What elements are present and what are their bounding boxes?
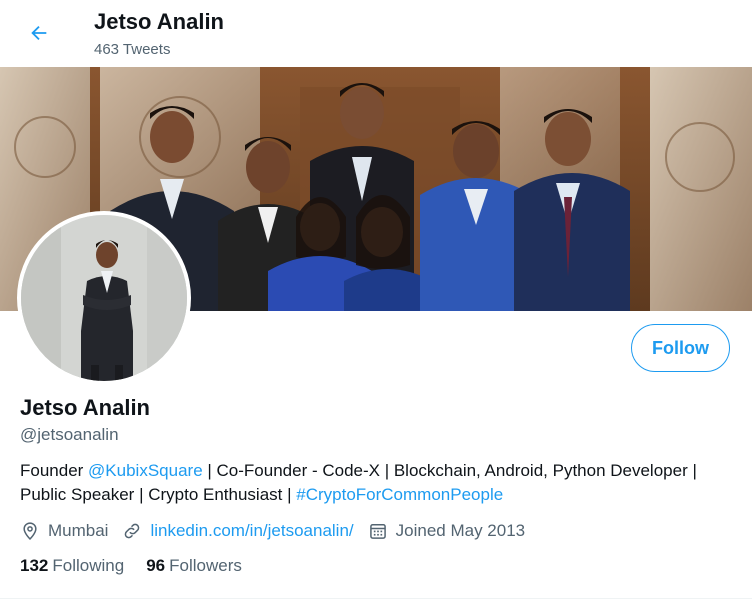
tweet-count: 463 Tweets	[94, 41, 171, 58]
profile-meta: Mumbai linkedin.com/in/jetsoanalin/ Join…	[20, 518, 539, 544]
website-link[interactable]: linkedin.com/in/jetsoanalin/	[150, 521, 353, 541]
calendar-icon	[369, 524, 386, 539]
user-handle: @jetsoanalin	[20, 425, 119, 444]
bio-mention-link[interactable]: @KubixSquare	[88, 461, 203, 480]
location-text: Mumbai	[48, 521, 109, 540]
follow-button[interactable]: Follow	[631, 324, 730, 372]
bio-text: Founder	[20, 461, 89, 480]
back-button[interactable]	[20, 14, 58, 52]
bio-hashtag-link[interactable]: #CryptoForCommonPeople	[296, 485, 503, 504]
following-link[interactable]: 132 Following	[20, 556, 124, 576]
followers-label: Followers	[169, 556, 242, 575]
profile-stats: 132 Following 96 Followers	[20, 556, 264, 576]
header-name: Jetso Analin	[94, 9, 224, 34]
avatar[interactable]	[17, 211, 191, 385]
arrow-left-icon	[31, 25, 47, 41]
link-icon	[125, 523, 140, 539]
avatar-photo	[21, 215, 187, 381]
profile-header: Jetso Analin 463 Tweets	[0, 0, 752, 67]
profile-bio: Founder @KubixSquare | Co-Founder - Code…	[20, 459, 720, 507]
following-label: Following	[52, 556, 125, 575]
website-item[interactable]: linkedin.com/in/jetsoanalin/	[122, 521, 354, 541]
location-pin-icon	[23, 522, 37, 540]
joined-text: Joined May 2013	[395, 521, 526, 540]
followers-link[interactable]: 96 Followers	[146, 556, 242, 576]
divider	[0, 598, 752, 599]
display-name: Jetso Analin	[20, 395, 150, 420]
following-count: 132	[20, 556, 49, 575]
joined-item: Joined May 2013	[368, 521, 525, 541]
followers-count: 96	[146, 556, 166, 575]
location-item: Mumbai	[20, 521, 108, 541]
